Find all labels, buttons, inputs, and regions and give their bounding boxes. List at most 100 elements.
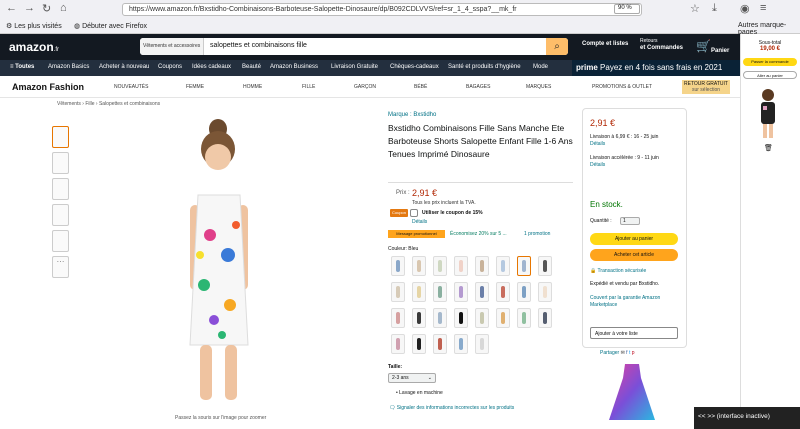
cart-label[interactable]: Panier xyxy=(711,48,729,54)
fashion-nav-garcon[interactable]: GARÇON xyxy=(354,84,376,90)
color-swatch[interactable] xyxy=(391,334,405,354)
add-to-list-button[interactable]: Ajouter à votre liste xyxy=(590,327,678,339)
size-dropdown[interactable]: 2-3 ans ⌄ xyxy=(388,373,436,383)
url-bar[interactable]: https://www.amazon.fr/Bxstidho-Combinais… xyxy=(122,3,642,16)
brand-link[interactable]: Marque : Bxstidho xyxy=(388,112,436,118)
nav-gift-ideas[interactable]: Idées cadeaux xyxy=(192,64,231,70)
ad-dress-image[interactable] xyxy=(607,362,657,424)
fashion-nav-marques[interactable]: MARQUES xyxy=(526,84,551,90)
free-return-badge[interactable]: RETOUR GRATUIT sur sélection xyxy=(682,80,730,94)
fashion-logo[interactable]: Amazon Fashion xyxy=(12,82,84,92)
quantity-select[interactable]: 1 xyxy=(620,217,640,225)
fashion-nav-bebe[interactable]: BÉBÉ xyxy=(414,84,427,90)
thumbnail-1[interactable] xyxy=(52,126,69,148)
color-swatch[interactable] xyxy=(433,334,447,354)
fashion-nav-femme[interactable]: FEMME xyxy=(186,84,204,90)
orders-link[interactable]: Retours et Commandes xyxy=(640,38,683,52)
color-swatch[interactable] xyxy=(412,334,426,354)
color-swatch[interactable] xyxy=(454,282,468,302)
facebook-icon[interactable]: f xyxy=(626,350,627,356)
buy-now-button[interactable]: Acheter cet article xyxy=(590,249,678,261)
thumbnail-2[interactable] xyxy=(52,152,69,174)
color-swatch[interactable] xyxy=(538,256,552,276)
coupon-checkbox[interactable] xyxy=(410,209,418,217)
pocket-icon[interactable]: ☆ xyxy=(690,2,700,15)
color-swatch[interactable] xyxy=(412,256,426,276)
search-category-dropdown[interactable]: Vêtements et accessoires xyxy=(140,38,204,55)
color-swatch[interactable] xyxy=(454,308,468,328)
color-swatch[interactable] xyxy=(391,308,405,328)
account-menu[interactable]: Compte et listes xyxy=(582,41,628,48)
add-to-cart-button[interactable]: Ajouter au panier xyxy=(590,233,678,245)
delivery-details-link[interactable]: Détails xyxy=(590,141,605,148)
color-swatch[interactable] xyxy=(412,282,426,302)
nav-beauty[interactable]: Beauté xyxy=(242,64,261,70)
color-swatch[interactable] xyxy=(475,308,489,328)
thumbnail-4[interactable] xyxy=(52,204,69,226)
nav-amazon-basics[interactable]: Amazon Basics xyxy=(48,64,89,70)
prime-banner[interactable]: prime Payez en 4 fois sans frais en 2021 xyxy=(572,60,740,76)
view-cart-button[interactable]: Aller au panier xyxy=(743,71,797,79)
extensions-icon[interactable]: ⤓ xyxy=(712,2,717,15)
search-input[interactable]: salopettes et combinaisons fille xyxy=(210,42,307,49)
color-swatch[interactable] xyxy=(496,308,510,328)
forward-icon[interactable]: → xyxy=(24,2,35,14)
color-swatch[interactable] xyxy=(475,282,489,302)
thumbnail-5[interactable] xyxy=(52,230,69,252)
color-swatch[interactable] xyxy=(475,334,489,354)
cart-item-image[interactable] xyxy=(755,88,781,140)
cart-icon[interactable]: 🛒 xyxy=(696,39,711,53)
nav-business[interactable]: Amazon Business xyxy=(270,64,318,70)
color-swatch[interactable] xyxy=(517,256,531,276)
account-icon[interactable]: ◉ xyxy=(740,2,750,15)
fashion-nav-promotions[interactable]: PROMOTIONS & OUTLET xyxy=(592,84,652,90)
color-swatch[interactable] xyxy=(433,256,447,276)
bookmark-firefox[interactable]: ◍ Débuter avec Firefox xyxy=(74,22,147,30)
pinterest-icon[interactable]: p xyxy=(632,350,635,356)
color-swatch[interactable] xyxy=(412,308,426,328)
color-swatch[interactable] xyxy=(391,282,405,302)
nav-all[interactable]: ≡ Toutes xyxy=(10,64,34,70)
more-thumbnails-icon[interactable]: ⋯ xyxy=(52,256,69,278)
nav-fashion[interactable]: Mode xyxy=(533,64,548,70)
nav-health[interactable]: Santé et produits d'hygiène xyxy=(448,64,521,70)
color-swatch[interactable] xyxy=(475,256,489,276)
email-icon[interactable]: ✉ xyxy=(621,350,625,356)
color-swatch[interactable] xyxy=(391,256,405,276)
color-swatch[interactable] xyxy=(454,334,468,354)
back-icon[interactable]: ← xyxy=(6,2,17,14)
checkout-button[interactable]: Passer la commande xyxy=(743,58,797,66)
fashion-nav-bagages[interactable]: BAGAGES xyxy=(466,84,490,90)
home-icon[interactable]: ⌂ xyxy=(60,2,67,14)
color-swatch[interactable] xyxy=(538,308,552,328)
nav-buy-again[interactable]: Acheter à nouveau xyxy=(99,64,149,70)
nav-free-delivery[interactable]: Livraison Gratuite xyxy=(331,64,378,70)
color-swatch[interactable] xyxy=(496,256,510,276)
zoom-level[interactable]: 90 % xyxy=(614,4,640,14)
fashion-nav-new[interactable]: NOUVEAUTÉS xyxy=(114,84,148,90)
secure-transaction-link[interactable]: 🔒 Transaction sécurisée xyxy=(590,268,646,275)
fashion-nav-homme[interactable]: HOMME xyxy=(243,84,262,90)
fashion-nav-fille[interactable]: FILLE xyxy=(302,84,315,90)
amazon-logo[interactable]: amazon.fr xyxy=(9,40,59,54)
express-details-link[interactable]: Détails xyxy=(590,162,605,169)
color-swatch[interactable] xyxy=(517,282,531,302)
color-swatch[interactable] xyxy=(454,256,468,276)
thumbnail-3[interactable] xyxy=(52,178,69,200)
color-swatch[interactable] xyxy=(517,308,531,328)
bookmark-most-visited[interactable]: ⚙ Les plus visités xyxy=(6,22,62,30)
nav-coupons[interactable]: Coupons xyxy=(158,64,182,70)
color-swatch[interactable] xyxy=(496,282,510,302)
menu-icon[interactable]: ≡ xyxy=(760,2,766,14)
promo-link[interactable]: 1 promotion xyxy=(524,231,550,237)
guarantee-link[interactable]: Couvert par la garantie Amazon Marketpla… xyxy=(590,295,682,309)
coupon-details-link[interactable]: Détails xyxy=(412,219,427,225)
search-icon[interactable]: ⌕ xyxy=(546,38,568,55)
color-swatch[interactable] xyxy=(538,282,552,302)
nav-gift-cards[interactable]: Chèques-cadeaux xyxy=(390,64,439,70)
twitter-icon[interactable]: t xyxy=(629,350,630,356)
color-swatch[interactable] xyxy=(433,282,447,302)
breadcrumb[interactable]: Vêtements › Fille › Salopettes et combin… xyxy=(57,101,160,107)
product-image[interactable] xyxy=(170,115,270,415)
trash-icon[interactable]: 🗑 xyxy=(764,144,773,152)
